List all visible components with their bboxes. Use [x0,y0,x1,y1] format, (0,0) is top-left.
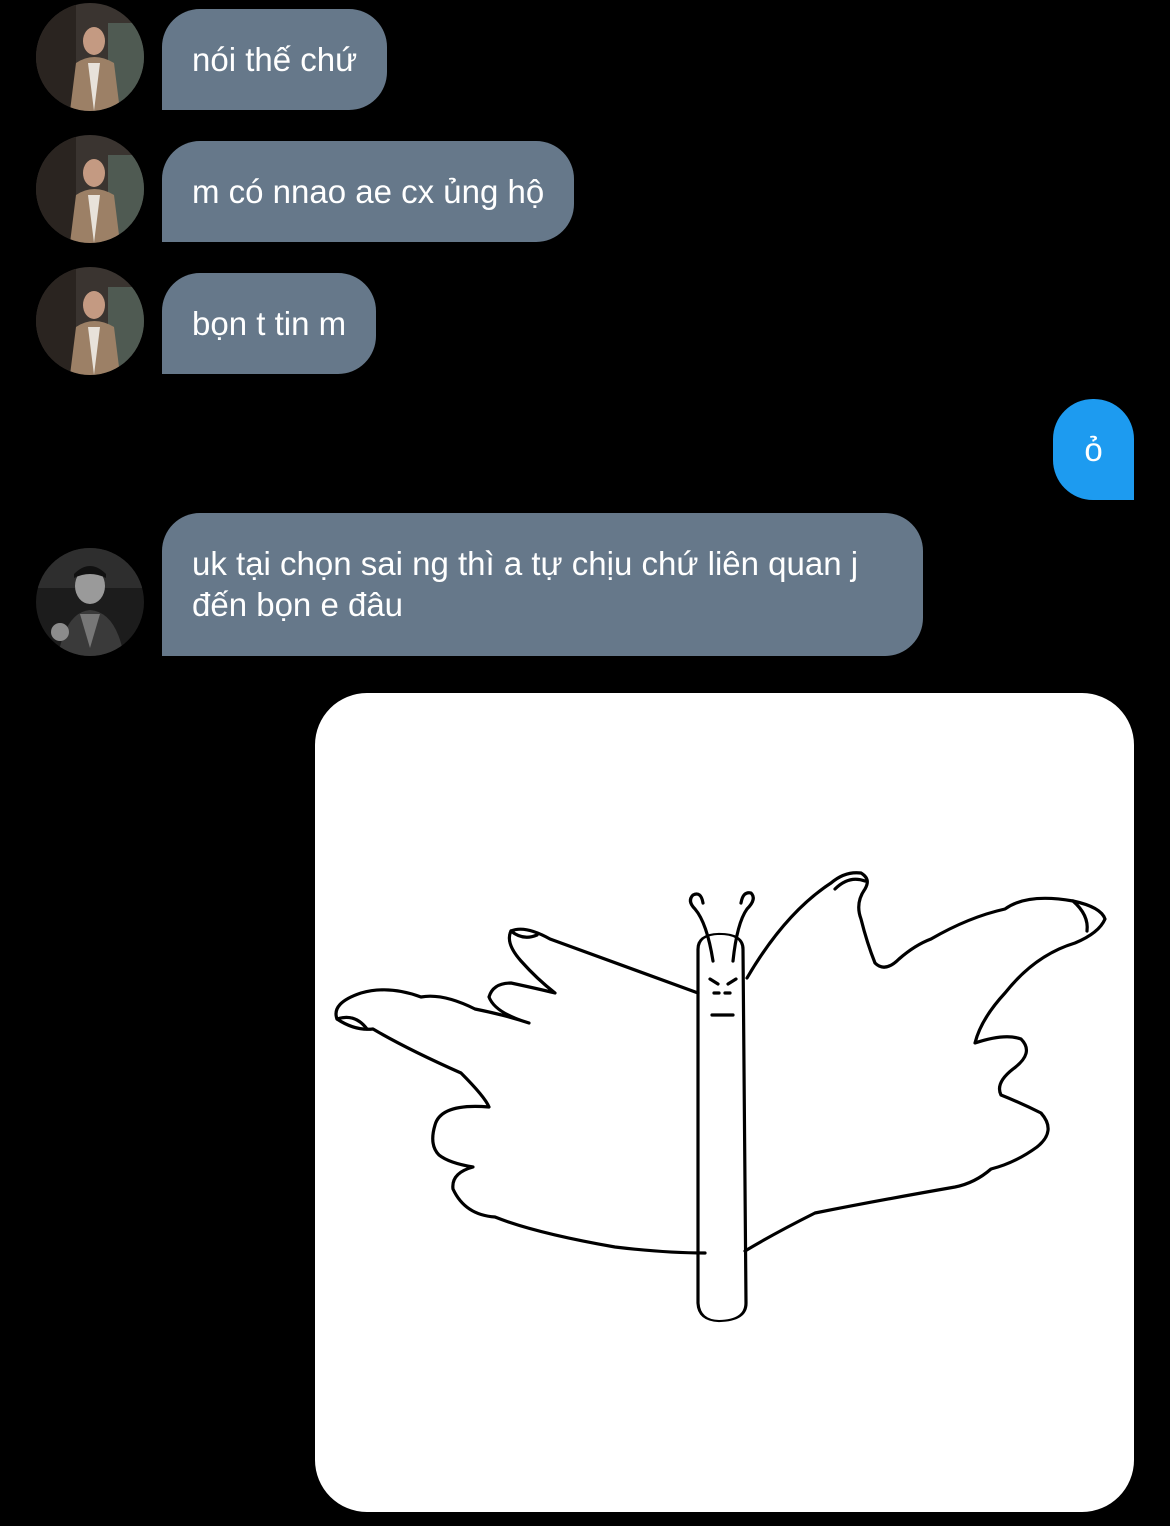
hand-butterfly-drawing-icon [334,871,1107,1323]
image-attachment[interactable] [315,693,1134,1512]
outgoing-message-bubble[interactable]: ỏ [1053,399,1134,500]
avatar-photo-icon [36,548,144,656]
sender-avatar[interactable] [36,267,144,375]
sender-avatar[interactable] [36,3,144,111]
message-bubble[interactable]: m có nnao ae cx ủng hộ [162,141,575,242]
message-text: uk tại chọn sai ng thì a tự chịu chứ liê… [192,545,859,623]
message-text: nói thế chứ [192,41,358,78]
message-text: m có nnao ae cx ủng hộ [192,173,545,210]
message-bubble[interactable]: nói thế chứ [162,9,388,110]
message-text: ỏ [1084,430,1103,468]
avatar-photo-icon [36,135,144,243]
avatar-photo-icon [36,3,144,111]
message-bubble[interactable]: uk tại chọn sai ng thì a tự chịu chứ liê… [162,513,923,656]
sender-avatar[interactable] [36,135,144,243]
sender-avatar[interactable] [36,548,144,656]
message-bubble[interactable]: bọn t tin m [162,273,377,374]
avatar-photo-icon [36,267,144,375]
message-text: bọn t tin m [192,305,347,342]
